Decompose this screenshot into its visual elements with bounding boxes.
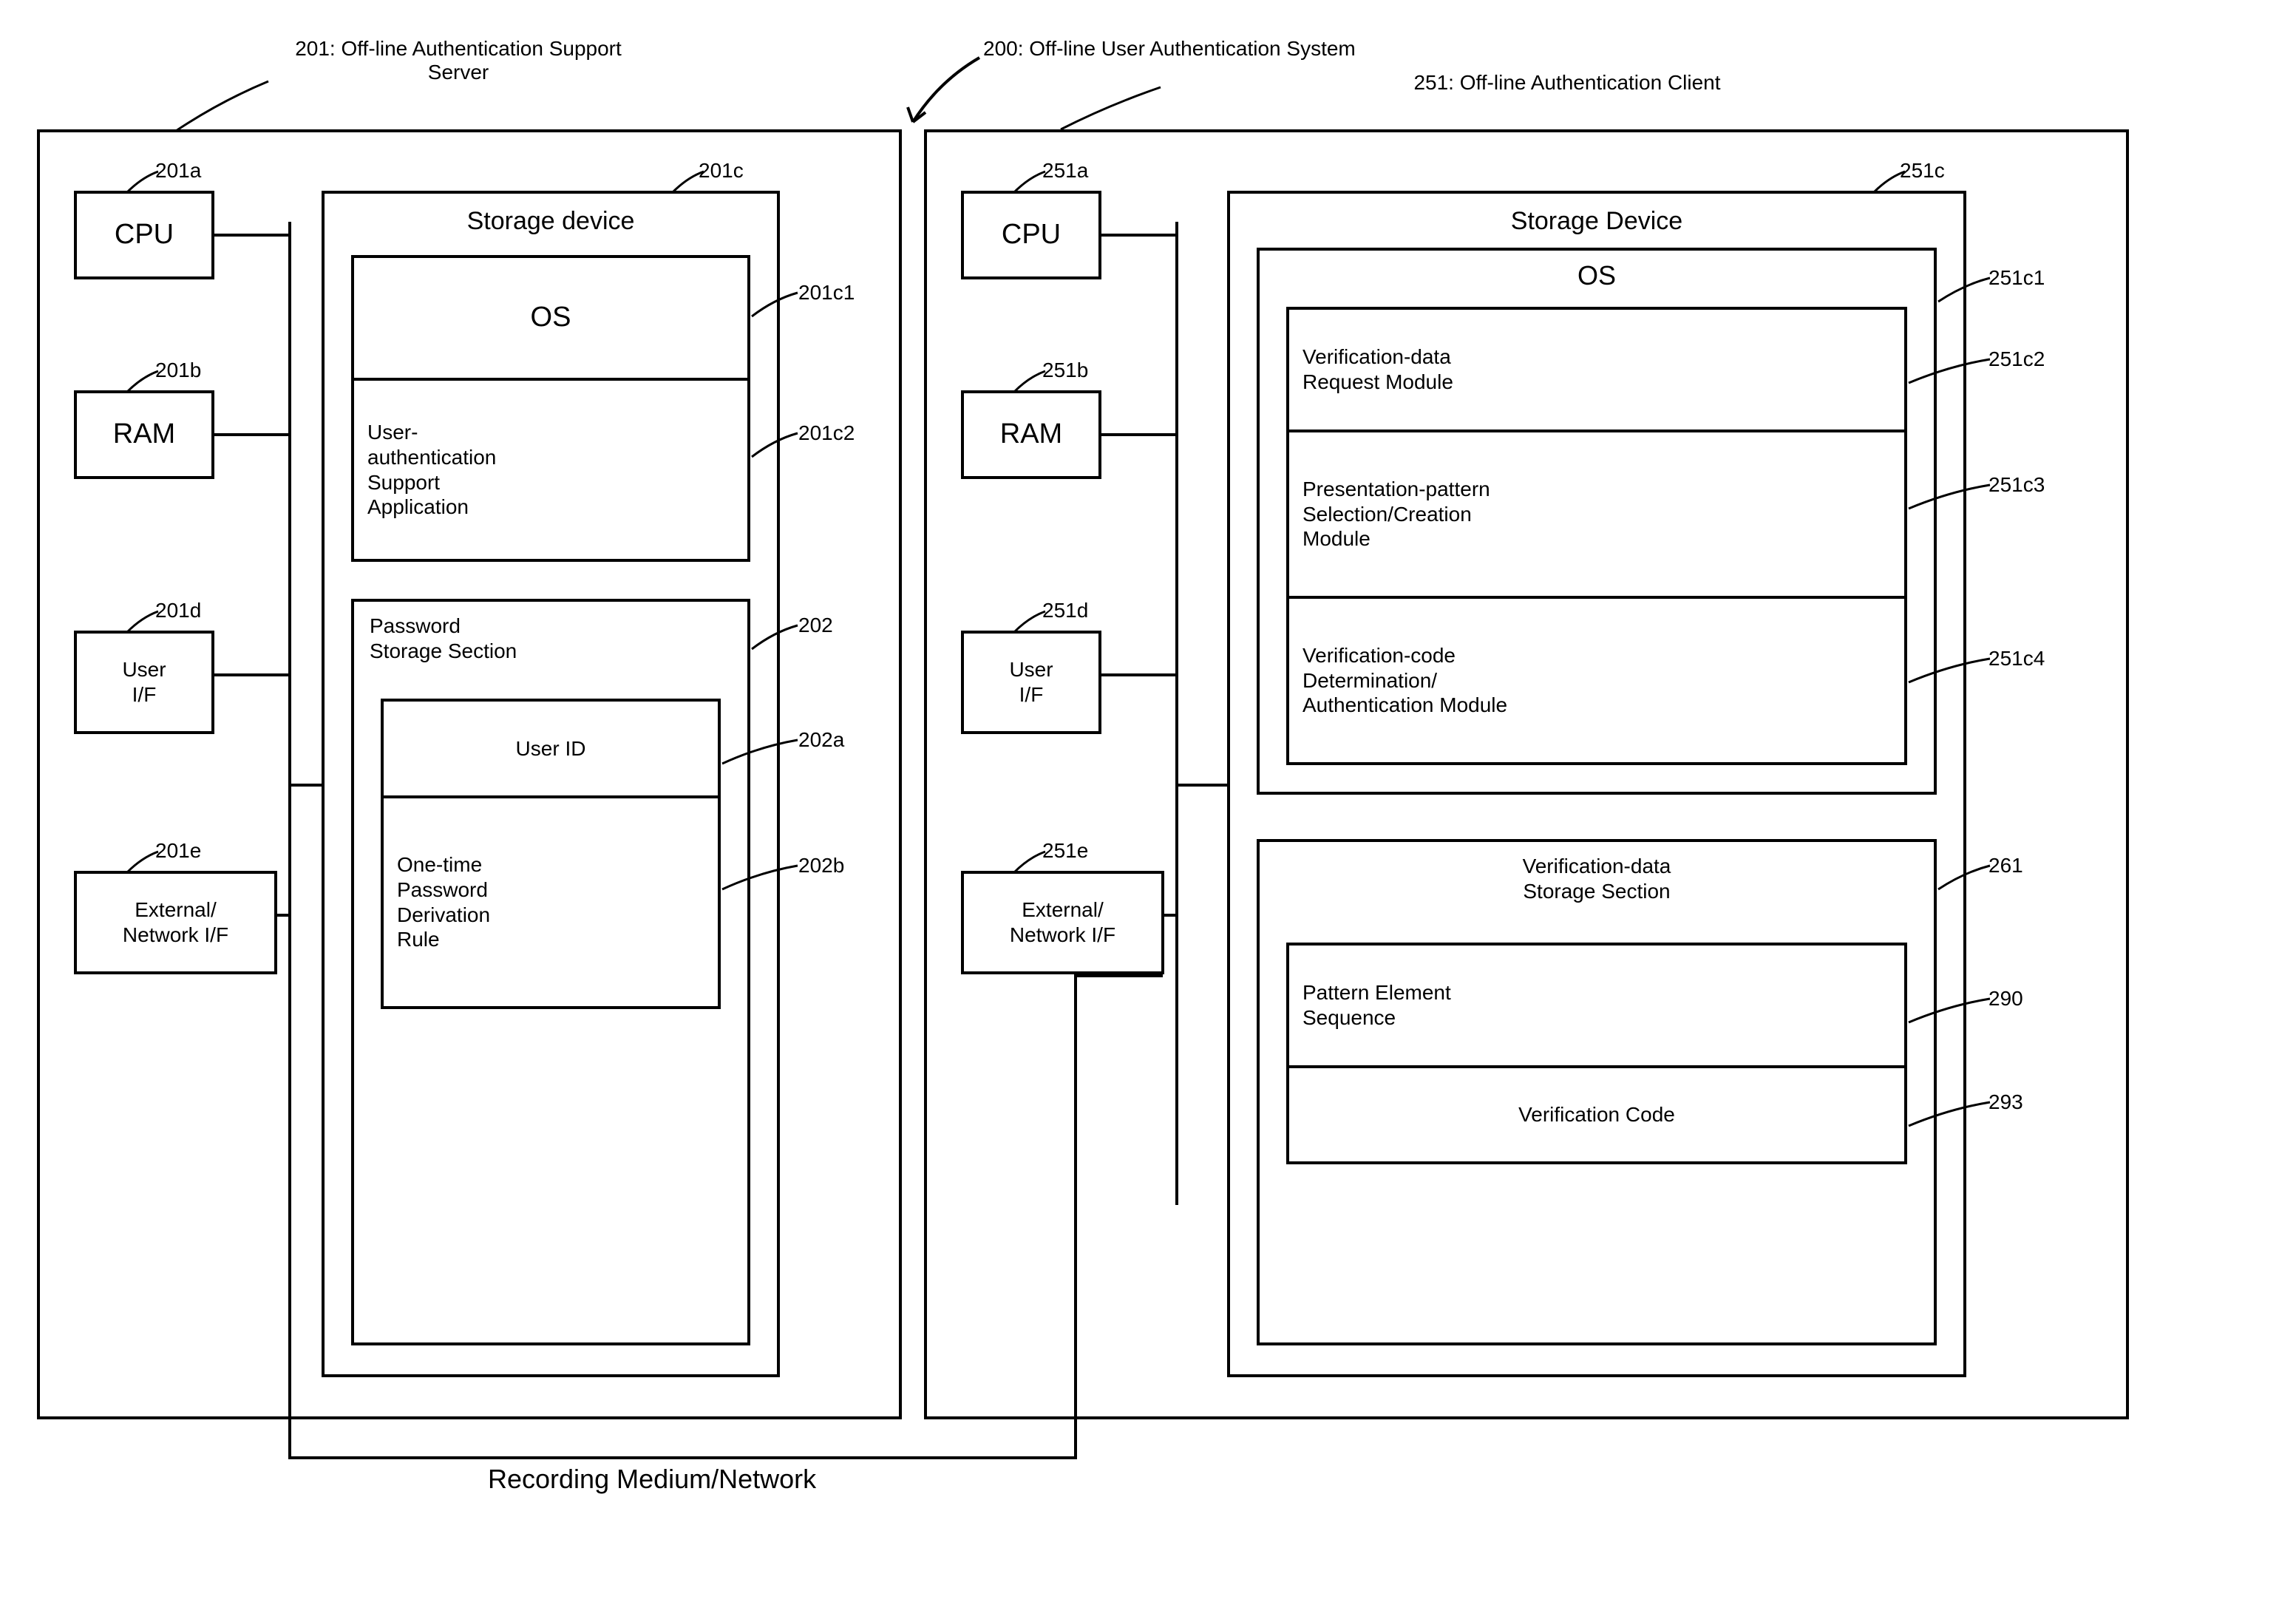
lead-202a [722,738,800,767]
client-userif-box: UserI/F [961,631,1101,734]
lead-251c3 [1909,483,1991,512]
client-userif-label: UserI/F [1009,657,1053,707]
client-pes-label: Pattern ElementSequence [1302,980,1451,1030]
client-cpu-box: CPU [961,191,1101,279]
ref-201b: 201b [155,359,201,382]
bottom-hline [288,1456,1076,1459]
cbus-storage-h [1178,784,1227,787]
client-vcode-box: Verification Code [1286,1068,1907,1164]
client-os-label: OS [1257,260,1937,291]
client-bus-vline [1175,222,1178,1205]
server-os-label: OS [531,301,571,335]
server-down-vline [288,1205,291,1456]
ref-251e: 251e [1042,839,1088,863]
ref-201a: 201a [155,159,201,183]
ref-202b: 202b [798,854,844,877]
client-extif-down-h [1074,974,1163,977]
server-otp-box: One-timePasswordDerivationRule [381,798,721,1009]
server-storage-label: Storage device [322,207,780,236]
server-title-text: 201: Off-line Authentication Support Ser… [266,37,651,84]
cbus-cpu-h [1101,234,1175,237]
ref-251c4: 251c4 [1988,647,2045,671]
ref-251b: 251b [1042,359,1088,382]
cbus-userif-h [1101,673,1175,676]
client-extif-box: External/Network I/F [961,871,1164,974]
server-bus-vline [288,222,291,1205]
bus-extif-h [277,914,290,917]
server-userid-label: User ID [516,736,586,761]
server-otp-label: One-timePasswordDerivationRule [397,852,490,951]
lead-251 [1061,83,1164,135]
client-extif-label: External/Network I/F [1010,897,1115,947]
server-uasa-box: User-authenticationSupportApplication [351,381,750,562]
lead-201 [176,75,272,135]
ref-202: 202 [798,614,833,637]
server-ram-box: RAM [74,390,214,479]
client-title: 251: Off-line Authentication Client [1161,71,1974,95]
client-vcda-box: Verification-codeDetermination/Authentic… [1286,599,1907,765]
system-title-200: 200: Off-line User Authentication System [983,37,1356,61]
server-uasa-label: User-authenticationSupportApplication [367,420,496,519]
ref-251c2: 251c2 [1988,347,2045,371]
client-cpu-label: CPU [1002,218,1061,252]
ref-201c1: 201c1 [798,281,855,305]
bus-storage-h [291,784,322,787]
lead-251c2 [1909,357,1991,387]
server-cpu-label: CPU [115,218,174,252]
ref-251d: 251d [1042,599,1088,622]
client-ram-label: RAM [1000,418,1062,452]
diagram-canvas: 200: Off-line User Authentication System… [30,30,2266,1569]
lead-293 [1909,1100,1991,1130]
arrow-200 [902,52,991,133]
cbus-ram-h [1101,433,1175,436]
client-ram-box: RAM [961,390,1101,479]
ref-293: 293 [1988,1090,2023,1114]
lead-251c1 [1938,276,1991,305]
server-pss-label: PasswordStorage Section [370,614,665,663]
server-extif-label: External/Network I/F [123,897,228,947]
server-userid-box: User ID [381,699,721,798]
client-vcda-label: Verification-codeDetermination/Authentic… [1302,643,1507,718]
lead-290 [1909,997,1991,1026]
client-up-vline [1074,974,1077,1459]
ref-202a: 202a [798,728,844,752]
lead-202 [752,623,800,653]
ref-251c3: 251c3 [1988,473,2045,497]
server-cpu-box: CPU [74,191,214,279]
bottom-label: Recording Medium/Network [488,1464,816,1495]
client-pps-box: Presentation-patternSelection/CreationMo… [1286,432,1907,599]
server-userif-label: UserI/F [122,657,166,707]
ref-251a: 251a [1042,159,1088,183]
lead-251c4 [1909,656,1991,686]
ref-201d: 201d [155,599,201,622]
ref-201e: 201e [155,839,201,863]
lead-202b [722,863,800,893]
bus-cpu-h [214,234,288,237]
server-userif-box: UserI/F [74,631,214,734]
ref-290: 290 [1988,987,2023,1011]
client-vdreq-label: Verification-dataRequest Module [1302,344,1453,394]
client-storage-label: Storage Device [1227,207,1966,236]
ref-261: 261 [1988,854,2023,877]
bus-userif-h [214,673,288,676]
bus-ram-h [214,433,288,436]
ref-251c1: 251c1 [1988,266,2045,290]
server-title: 201: Off-line Authentication Support Ser… [266,37,651,84]
cbus-extif-h [1164,914,1177,917]
client-pes-box: Pattern ElementSequence [1286,943,1907,1068]
server-os-box: OS [351,255,750,381]
client-vdreq-box: Verification-dataRequest Module [1286,307,1907,432]
lead-201c2 [752,431,800,461]
client-vdss-label: Verification-dataStorage Section [1257,854,1937,903]
server-extif-box: External/Network I/F [74,871,277,974]
client-vcode-label: Verification Code [1518,1102,1675,1127]
lead-261 [1938,863,1991,893]
ref-201c2: 201c2 [798,421,855,445]
lead-201c1 [752,291,800,320]
server-ram-label: RAM [113,418,175,452]
client-pps-label: Presentation-patternSelection/CreationMo… [1302,477,1490,551]
